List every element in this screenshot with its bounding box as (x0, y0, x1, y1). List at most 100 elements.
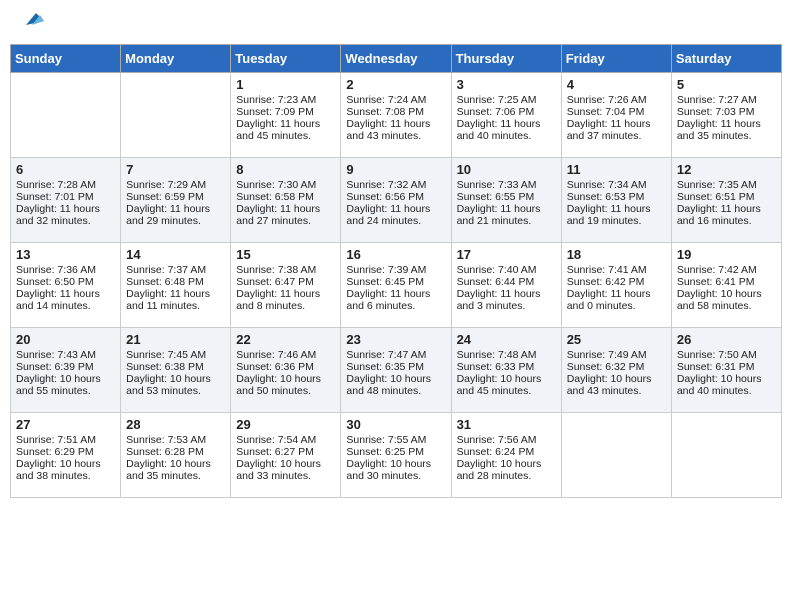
daylight-text: Daylight: 11 hours and 29 minutes. (126, 203, 225, 227)
day-number: 18 (567, 247, 666, 262)
sunset-text: Sunset: 6:27 PM (236, 446, 335, 458)
sunset-text: Sunset: 6:55 PM (457, 191, 556, 203)
calendar-table: SundayMondayTuesdayWednesdayThursdayFrid… (10, 44, 782, 498)
sunset-text: Sunset: 6:24 PM (457, 446, 556, 458)
day-header-friday: Friday (561, 45, 671, 73)
calendar-cell (561, 413, 671, 498)
day-number: 8 (236, 162, 335, 177)
sunrise-text: Sunrise: 7:26 AM (567, 94, 666, 106)
day-number: 31 (457, 417, 556, 432)
calendar-cell: 5Sunrise: 7:27 AMSunset: 7:03 PMDaylight… (671, 73, 781, 158)
sunrise-text: Sunrise: 7:28 AM (16, 179, 115, 191)
calendar-cell: 2Sunrise: 7:24 AMSunset: 7:08 PMDaylight… (341, 73, 451, 158)
calendar-cell: 1 Sunrise: 7:23 AMSunset: 7:09 PMDaylight… (231, 73, 341, 158)
sunset-text: Sunset: 6:41 PM (677, 276, 776, 288)
day-number: 19 (677, 247, 776, 262)
week-row-1: 1Sunrise: 7:23 AMSunset: 7:09 PMDaylight… (11, 73, 782, 158)
day-header-saturday: Saturday (671, 45, 781, 73)
sunrise-text: Sunrise: 7:49 AM (567, 349, 666, 361)
daylight-text: Daylight: 11 hours and 43 minutes. (346, 118, 445, 142)
calendar-cell: 31 Sunrise: 7:56 AMSunset: 6:24 PMDayligh… (451, 413, 561, 498)
sunrise-text: Sunrise: 7:45 AM (126, 349, 225, 361)
day-number: 6 (16, 162, 115, 177)
daylight-text: Daylight: 11 hours and 45 minutes. (236, 118, 335, 142)
day-header-tuesday: Tuesday (231, 45, 341, 73)
sunrise-text: Sunrise: 7:54 AM (236, 434, 335, 446)
sunset-text: Sunset: 6:42 PM (567, 276, 666, 288)
day-number: 21 (126, 332, 225, 347)
sunset-text: Sunset: 7:09 PM (236, 106, 335, 118)
daylight-text: Daylight: 11 hours and 6 minutes. (346, 288, 445, 312)
sunrise-text: Sunrise: 7:39 AM (346, 264, 445, 276)
day-number: 30 (346, 417, 445, 432)
daylight-text: Daylight: 11 hours and 19 minutes. (567, 203, 666, 227)
logo-icon (22, 11, 44, 29)
sunrise-text: Sunrise: 7:30 AM (236, 179, 335, 191)
calendar-cell: 16Sunrise: 7:39 AMSunset: 6:45 PMDayligh… (341, 243, 451, 328)
sunrise-text: Sunrise: 7:36 AM (16, 264, 115, 276)
daylight-text: Daylight: 10 hours and 28 minutes. (457, 458, 556, 482)
daylight-text: Daylight: 11 hours and 27 minutes. (236, 203, 335, 227)
sunrise-text: Sunrise: 7:23 AM (236, 94, 335, 106)
sunset-text: Sunset: 6:56 PM (346, 191, 445, 203)
logo (20, 15, 44, 29)
sunrise-text: Sunrise: 7:33 AM (457, 179, 556, 191)
calendar-cell: 19Sunrise: 7:42 AMSunset: 6:41 PMDayligh… (671, 243, 781, 328)
sunset-text: Sunset: 6:35 PM (346, 361, 445, 373)
day-header-monday: Monday (121, 45, 231, 73)
sunrise-text: Sunrise: 7:29 AM (126, 179, 225, 191)
daylight-text: Daylight: 11 hours and 40 minutes. (457, 118, 556, 142)
daylight-text: Daylight: 10 hours and 48 minutes. (346, 373, 445, 397)
day-number: 7 (126, 162, 225, 177)
daylight-text: Daylight: 11 hours and 21 minutes. (457, 203, 556, 227)
daylight-text: Daylight: 10 hours and 43 minutes. (567, 373, 666, 397)
calendar-cell: 4Sunrise: 7:26 AMSunset: 7:04 PMDaylight… (561, 73, 671, 158)
calendar-cell: 23Sunrise: 7:47 AMSunset: 6:35 PMDayligh… (341, 328, 451, 413)
day-number: 2 (346, 77, 445, 92)
calendar-cell: 9Sunrise: 7:32 AMSunset: 6:56 PMDaylight… (341, 158, 451, 243)
calendar-cell: 3Sunrise: 7:25 AMSunset: 7:06 PMDaylight… (451, 73, 561, 158)
sunset-text: Sunset: 6:39 PM (16, 361, 115, 373)
day-number: 12 (677, 162, 776, 177)
page-header (10, 10, 782, 34)
daylight-text: Daylight: 11 hours and 14 minutes. (16, 288, 115, 312)
day-number: 29 (236, 417, 335, 432)
calendar-cell: 7 Sunrise: 7:29 AMSunset: 6:59 PMDaylight… (121, 158, 231, 243)
day-number: 24 (457, 332, 556, 347)
sunset-text: Sunset: 6:47 PM (236, 276, 335, 288)
sunset-text: Sunset: 6:32 PM (567, 361, 666, 373)
day-number: 26 (677, 332, 776, 347)
calendar-cell: 8 Sunrise: 7:30 AMSunset: 6:58 PMDaylight… (231, 158, 341, 243)
sunset-text: Sunset: 6:31 PM (677, 361, 776, 373)
calendar-cell: 12Sunrise: 7:35 AMSunset: 6:51 PMDayligh… (671, 158, 781, 243)
day-header-wednesday: Wednesday (341, 45, 451, 73)
sunset-text: Sunset: 6:45 PM (346, 276, 445, 288)
sunset-text: Sunset: 7:04 PM (567, 106, 666, 118)
calendar-cell: 25 Sunrise: 7:49 AMSunset: 6:32 PMDayligh… (561, 328, 671, 413)
calendar-cell (121, 73, 231, 158)
week-row-3: 13Sunrise: 7:36 AMSunset: 6:50 PMDayligh… (11, 243, 782, 328)
day-number: 27 (16, 417, 115, 432)
day-number: 23 (346, 332, 445, 347)
sunrise-text: Sunrise: 7:56 AM (457, 434, 556, 446)
calendar-cell: 20Sunrise: 7:43 AMSunset: 6:39 PMDayligh… (11, 328, 121, 413)
sunset-text: Sunset: 6:28 PM (126, 446, 225, 458)
sunset-text: Sunset: 6:58 PM (236, 191, 335, 203)
day-number: 11 (567, 162, 666, 177)
sunset-text: Sunset: 6:59 PM (126, 191, 225, 203)
day-number: 3 (457, 77, 556, 92)
day-number: 25 (567, 332, 666, 347)
day-number: 22 (236, 332, 335, 347)
day-number: 15 (236, 247, 335, 262)
sunrise-text: Sunrise: 7:50 AM (677, 349, 776, 361)
sunset-text: Sunset: 6:38 PM (126, 361, 225, 373)
calendar-cell (671, 413, 781, 498)
daylight-text: Daylight: 11 hours and 24 minutes. (346, 203, 445, 227)
calendar-cell: 21Sunrise: 7:45 AMSunset: 6:38 PMDayligh… (121, 328, 231, 413)
sunrise-text: Sunrise: 7:32 AM (346, 179, 445, 191)
sunset-text: Sunset: 7:01 PM (16, 191, 115, 203)
day-number: 5 (677, 77, 776, 92)
day-number: 1 (236, 77, 335, 92)
daylight-text: Daylight: 11 hours and 8 minutes. (236, 288, 335, 312)
daylight-text: Daylight: 11 hours and 35 minutes. (677, 118, 776, 142)
